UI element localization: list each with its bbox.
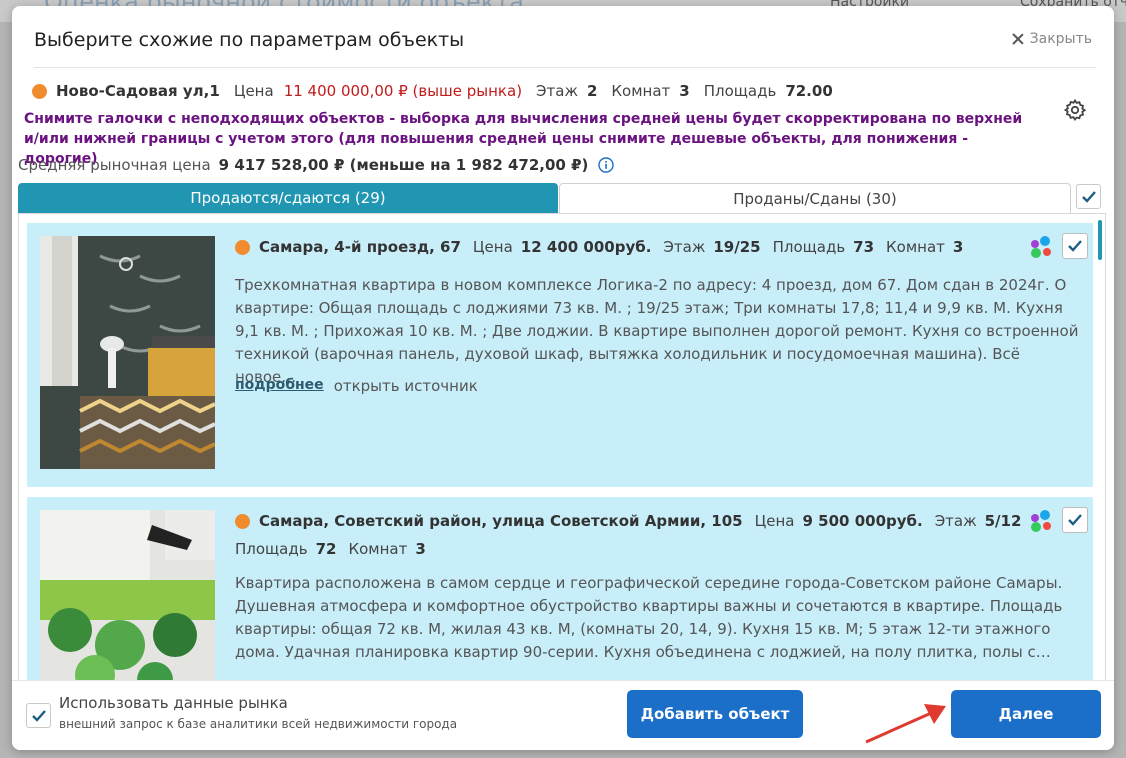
subject-price-value: 11 400 000,00 ₽ (выше рынка): [283, 82, 523, 100]
checkmark-icon: [1068, 240, 1082, 252]
subject-floor-value: 2: [586, 82, 598, 100]
more-details-link[interactable]: подробнее: [235, 377, 324, 395]
card-description: Квартира расположена в самом сердце и ге…: [235, 574, 1063, 661]
close-button[interactable]: Закрыть: [1012, 31, 1092, 47]
card-rooms-label: Комнат: [886, 238, 945, 256]
card-rooms: 3: [415, 540, 426, 558]
info-icon[interactable]: [598, 157, 615, 173]
subject-address: Ново-Садовая ул,1: [56, 82, 220, 100]
gear-icon[interactable]: [1063, 98, 1087, 122]
card-select-checkbox[interactable]: [1062, 507, 1088, 533]
card-price-label: Цена: [754, 512, 795, 530]
card-links: подробнее открыть источник: [235, 377, 478, 395]
subject-rooms-value: 3: [679, 82, 690, 100]
card-price: 12 400 000руб.: [520, 238, 652, 256]
card-select-checkbox[interactable]: [1062, 233, 1088, 259]
card-area: 73: [853, 238, 875, 256]
select-all-checkbox[interactable]: [1076, 184, 1101, 209]
subject-floor-label: Этаж: [536, 82, 578, 100]
title-divider: [34, 67, 1096, 68]
status-dot-icon: [32, 83, 47, 99]
use-market-data-label: Использовать данные рынка: [59, 694, 288, 712]
card-area-label: Площадь: [772, 238, 846, 256]
card-address: Самара, Советский район, улица Советской…: [259, 512, 743, 530]
tab-for-sale[interactable]: Продаются/сдаются (29): [18, 183, 558, 213]
source-brand-icon: [1031, 510, 1051, 532]
average-price-label: Средняя рыночная цена: [18, 156, 211, 174]
close-icon: [1012, 33, 1024, 45]
card-header: Самара, Советский район, улица Советской…: [235, 511, 1025, 559]
listing-photo[interactable]: [40, 510, 215, 683]
subject-price-label: Цена: [233, 82, 274, 100]
average-price-row: Средняя рыночная цена 9 417 528,00 ₽ (ме…: [18, 156, 615, 174]
next-button[interactable]: Далее: [951, 690, 1101, 738]
status-dot-icon: [235, 513, 250, 529]
dialog-title: Выберите схожие по параметрам объекты: [34, 29, 465, 51]
subject-object-summary: Ново-Садовая ул,1 Цена 11 400 000,00 ₽ (…: [32, 82, 833, 100]
card-floor-label: Этаж: [663, 238, 706, 256]
card-address: Самара, 4-й проезд, 67: [259, 238, 461, 256]
average-price-value: 9 417 528,00 ₽ (меньше на 1 982 472,00 ₽…: [218, 156, 589, 174]
use-market-data-hint: внешний запрос к базе аналитики всей нед…: [59, 717, 458, 731]
card-floor: 19/25: [713, 238, 761, 256]
use-market-data-checkbox[interactable]: [26, 703, 51, 728]
card-price: 9 500 000руб.: [802, 512, 923, 530]
card-area-label: Площадь: [235, 540, 308, 558]
checkmark-icon: [1068, 514, 1082, 526]
card-floor: 5/12: [984, 512, 1022, 530]
card-rooms: 3: [952, 238, 964, 256]
subject-area-label: Площадь: [703, 82, 777, 100]
card-description: Трехкомнатная квартира в новом комплексе…: [235, 276, 1079, 386]
close-label: Закрыть: [1029, 31, 1092, 47]
card-price-label: Цена: [472, 238, 513, 256]
similar-objects-dialog: Выберите схожие по параметрам объекты За…: [12, 6, 1114, 750]
listing-photo[interactable]: [40, 236, 215, 469]
source-brand-icon: [1031, 236, 1051, 258]
checkmark-icon: [31, 709, 46, 722]
subject-area-value: 72.00: [785, 82, 833, 100]
add-object-button[interactable]: Добавить объект: [627, 690, 803, 738]
card-floor-label: Этаж: [934, 512, 977, 530]
checkmark-icon: [1081, 190, 1096, 203]
card-area: 72: [315, 540, 337, 558]
card-header: Самара, 4-й проезд, 67 Цена 12 400 000ру…: [235, 237, 1025, 257]
status-dot-icon: [235, 239, 250, 255]
list-item: Самара, Советский район, улица Советской…: [27, 497, 1093, 683]
objects-list[interactable]: Самара, 4-й проезд, 67 Цена 12 400 000ру…: [18, 213, 1106, 683]
list-item: Самара, 4-й проезд, 67 Цена 12 400 000ру…: [27, 223, 1093, 487]
subject-rooms-label: Комнат: [611, 82, 671, 100]
annotation-arrow-icon: [865, 704, 946, 744]
card-rooms-label: Комнат: [348, 540, 408, 558]
tab-sold[interactable]: Проданы/Сданы (30): [559, 183, 1071, 213]
open-source-link[interactable]: открыть источник: [334, 377, 478, 395]
scrollbar-thumb[interactable]: [1098, 220, 1102, 260]
